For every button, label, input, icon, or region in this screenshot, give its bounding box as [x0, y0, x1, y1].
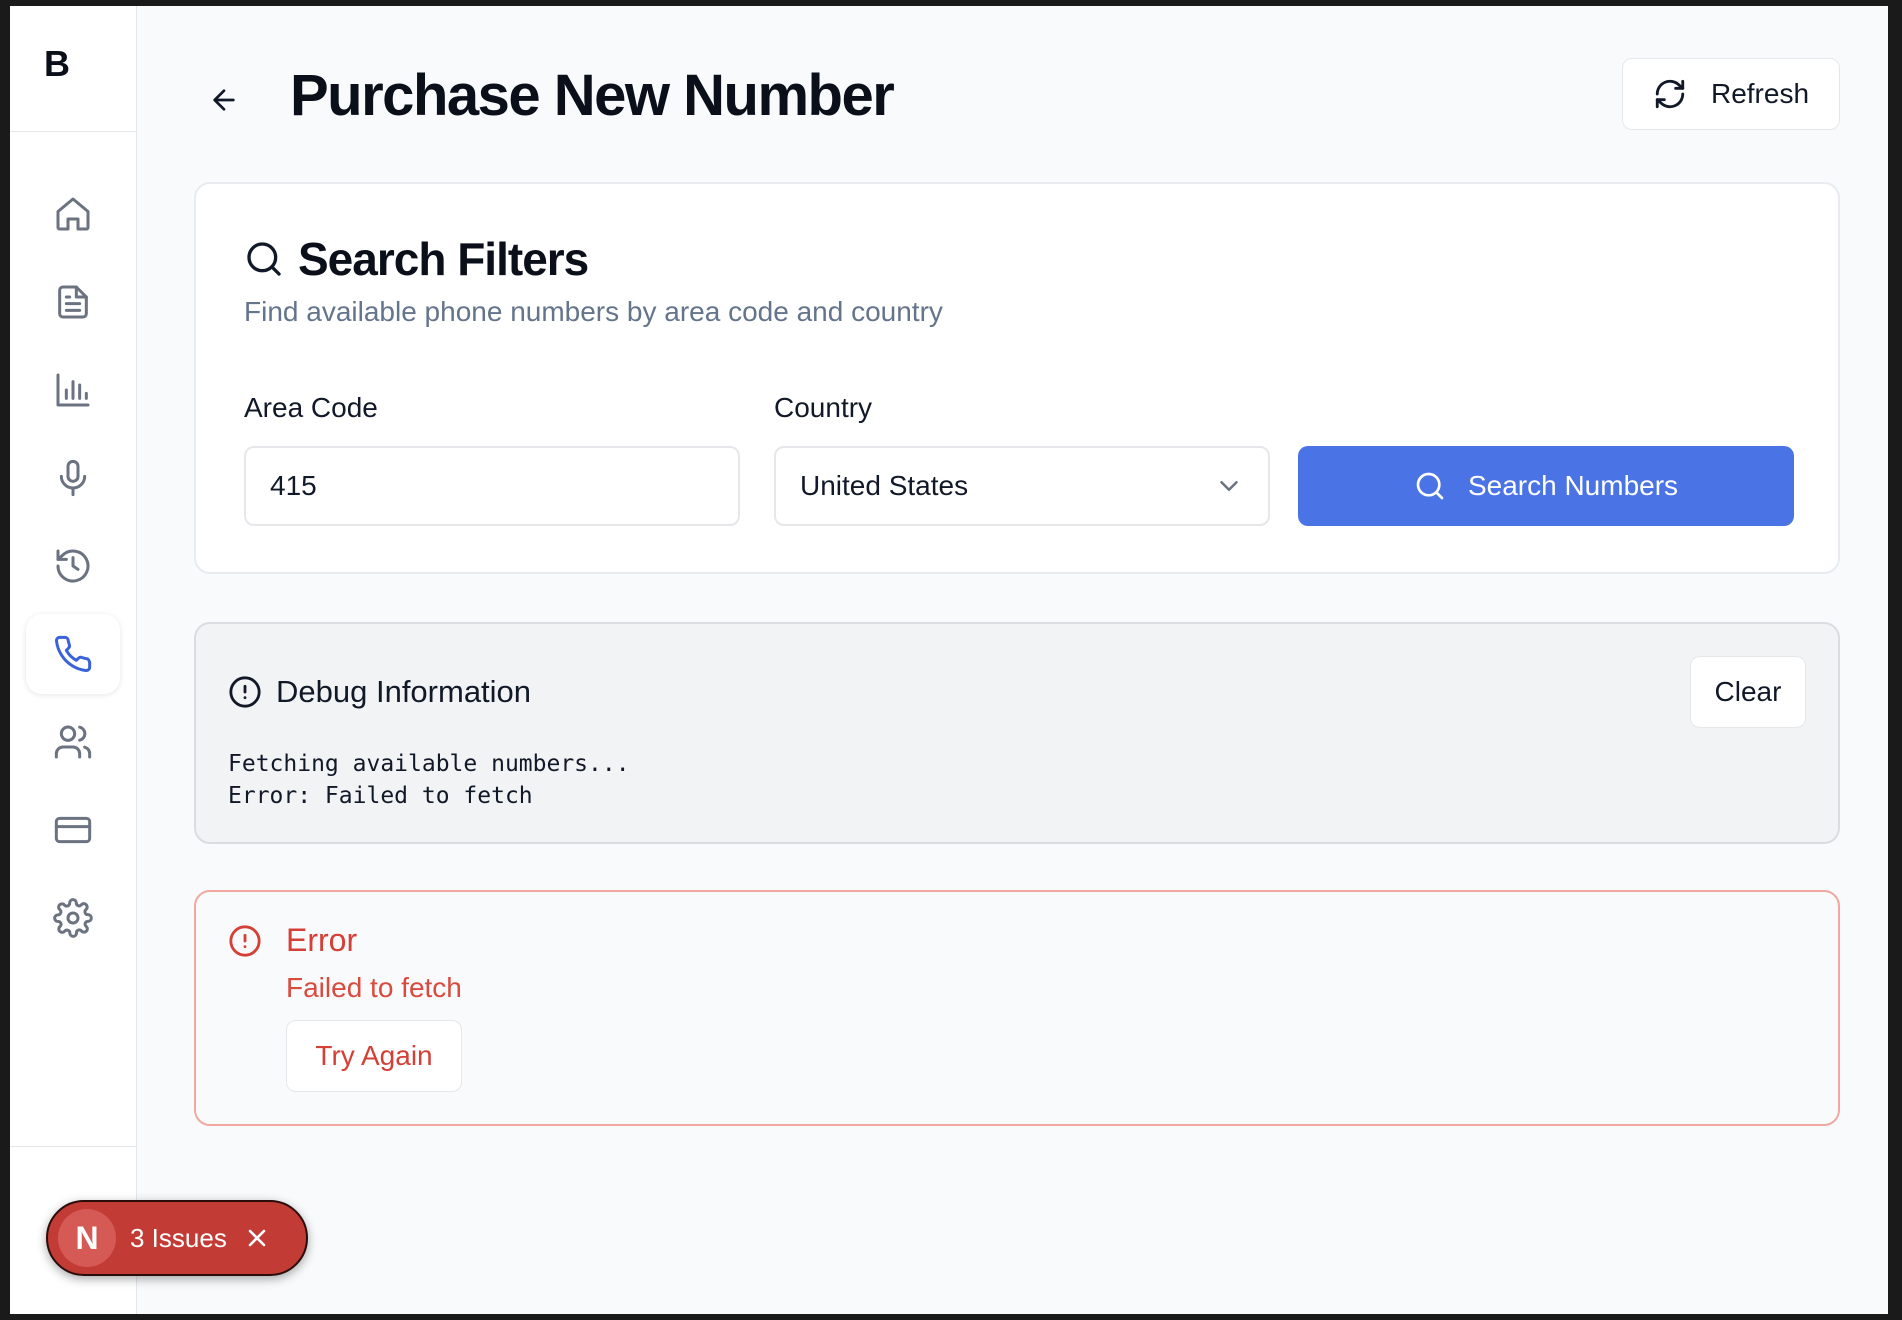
- debug-log: Fetching available numbers... Error: Fai…: [228, 751, 630, 809]
- country-select[interactable]: United States: [774, 446, 1270, 526]
- error-message: Failed to fetch: [286, 972, 462, 1003]
- home-icon: [56, 197, 90, 231]
- sidebar: B: [10, 6, 137, 1314]
- nextjs-logo-icon: N: [58, 1209, 116, 1267]
- users-icon: [54, 725, 92, 759]
- alert-circle-icon: [229, 925, 261, 957]
- issues-badge[interactable]: N 3 Issues: [46, 1200, 308, 1276]
- debug-panel: Debug Information Clear Fetching availab…: [194, 622, 1840, 844]
- filters-subtitle: Find available phone numbers by area cod…: [244, 296, 943, 327]
- bar-chart-icon: [56, 373, 90, 407]
- sidebar-item-documents[interactable]: [26, 262, 120, 342]
- credit-card-icon: [54, 816, 92, 844]
- refresh-icon: [1655, 79, 1685, 109]
- arrow-left-icon: [213, 89, 235, 111]
- refresh-label: Refresh: [1710, 78, 1810, 109]
- close-icon: [248, 1229, 266, 1247]
- search-filters-card: Search Filters Find available phone numb…: [194, 182, 1840, 574]
- sidebar-item-billing[interactable]: [26, 790, 120, 870]
- area-code-value: 415: [270, 470, 317, 501]
- search-icon: [1416, 472, 1444, 500]
- sidebar-item-phone-numbers[interactable]: [26, 614, 120, 694]
- close-issues-button[interactable]: [243, 1224, 271, 1252]
- sidebar-item-contacts[interactable]: [26, 702, 120, 782]
- area-code-input[interactable]: 415: [244, 446, 740, 526]
- page-title: Purchase New Number: [290, 63, 895, 128]
- country-label: Country: [774, 392, 873, 423]
- microphone-icon: [59, 459, 87, 497]
- sidebar-item-home[interactable]: [26, 174, 120, 254]
- refresh-button[interactable]: Refresh: [1622, 58, 1840, 130]
- sidebar-item-analytics[interactable]: [26, 350, 120, 430]
- sidebar-item-voice[interactable]: [26, 438, 120, 518]
- error-title: Error: [286, 922, 358, 958]
- search-icon: [247, 242, 281, 276]
- main-content: Purchase New Number Refresh Search Filte…: [138, 6, 1888, 1314]
- settings-icon: [53, 898, 93, 938]
- search-numbers-label: Search Numbers: [1467, 470, 1679, 501]
- filters-header: Search Filters: [244, 232, 589, 286]
- clear-button[interactable]: Clear: [1690, 656, 1806, 728]
- country-value: United States: [800, 470, 969, 501]
- try-again-button[interactable]: Try Again: [286, 1020, 462, 1092]
- debug-header: Debug Information: [228, 674, 531, 710]
- brand-logo[interactable]: B: [10, 6, 136, 132]
- sidebar-item-settings[interactable]: [26, 878, 120, 958]
- filters-title: Search Filters: [298, 233, 589, 285]
- issues-count: 3 Issues: [130, 1222, 227, 1253]
- app-window: B Purchase New Number Refresh Search Fil…: [10, 6, 1888, 1314]
- sidebar-item-history[interactable]: [26, 526, 120, 606]
- error-alert: Error Failed to fetch Try Again: [194, 890, 1840, 1126]
- history-icon: [56, 549, 90, 583]
- document-icon: [58, 285, 88, 319]
- area-code-label: Area Code: [244, 392, 378, 423]
- phone-icon: [55, 635, 92, 672]
- debug-title: Debug Information: [276, 674, 532, 709]
- search-numbers-button[interactable]: Search Numbers: [1298, 446, 1794, 526]
- alert-circle-icon: [229, 676, 261, 708]
- chevron-down-icon: [1220, 481, 1238, 491]
- back-button[interactable]: [202, 78, 246, 122]
